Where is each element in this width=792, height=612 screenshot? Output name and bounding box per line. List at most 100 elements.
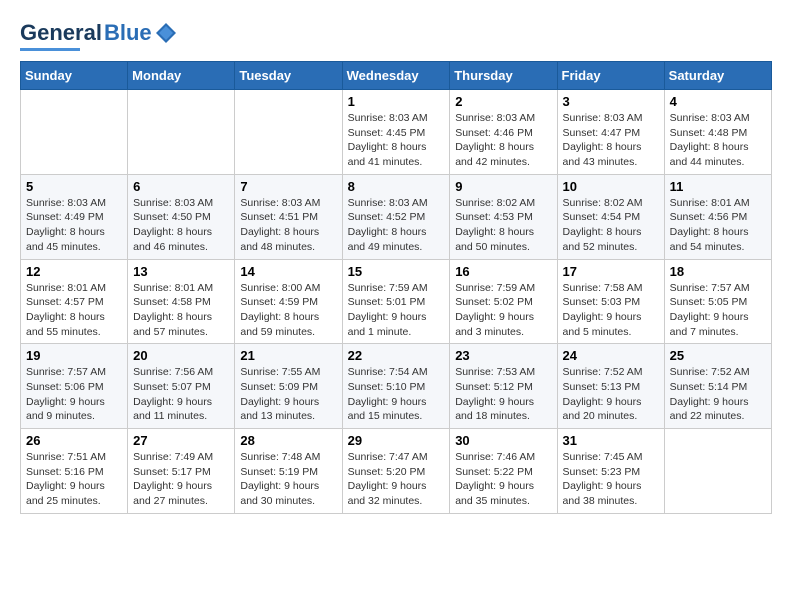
day-info: Sunrise: 8:02 AMSunset: 4:54 PMDaylight:… — [563, 196, 659, 255]
day-cell: 11Sunrise: 8:01 AMSunset: 4:56 PMDayligh… — [664, 174, 771, 259]
day-info: Sunrise: 7:56 AMSunset: 5:07 PMDaylight:… — [133, 365, 229, 424]
day-cell — [664, 429, 771, 514]
day-cell: 14Sunrise: 8:00 AMSunset: 4:59 PMDayligh… — [235, 259, 342, 344]
day-number: 25 — [670, 348, 766, 363]
logo-blue: Blue — [104, 20, 152, 46]
day-info: Sunrise: 7:51 AMSunset: 5:16 PMDaylight:… — [26, 450, 122, 509]
day-cell: 12Sunrise: 8:01 AMSunset: 4:57 PMDayligh… — [21, 259, 128, 344]
day-number: 11 — [670, 179, 766, 194]
day-number: 22 — [348, 348, 445, 363]
day-cell: 2 Sunrise: 8:03 AMSunset: 4:46 PMDaylight… — [450, 90, 557, 175]
day-cell: 3 Sunrise: 8:03 AMSunset: 4:47 PMDaylight… — [557, 90, 664, 175]
day-number: 29 — [348, 433, 445, 448]
day-info: Sunrise: 8:03 AMSunset: 4:49 PMDaylight:… — [26, 196, 122, 255]
day-cell: 15 Sunrise: 7:59 AMSunset: 5:01 PMDayligh… — [342, 259, 450, 344]
day-cell: 24 Sunrise: 7:52 AMSunset: 5:13 PMDayligh… — [557, 344, 664, 429]
day-cell: 31 Sunrise: 7:45 AMSunset: 5:23 PMDayligh… — [557, 429, 664, 514]
day-info: Sunrise: 8:03 AMSunset: 4:45 PMDaylight:… — [348, 111, 445, 170]
day-info: Sunrise: 7:53 AMSunset: 5:12 PMDaylight:… — [455, 365, 551, 424]
logo-icon — [154, 21, 178, 45]
day-number: 23 — [455, 348, 551, 363]
day-cell: 20 Sunrise: 7:56 AMSunset: 5:07 PMDayligh… — [128, 344, 235, 429]
day-number: 20 — [133, 348, 229, 363]
day-number: 21 — [240, 348, 336, 363]
day-number: 8 — [348, 179, 445, 194]
day-info: Sunrise: 8:03 AMSunset: 4:52 PMDaylight:… — [348, 196, 445, 255]
day-number: 7 — [240, 179, 336, 194]
day-number: 19 — [26, 348, 122, 363]
day-cell: 4 Sunrise: 8:03 AMSunset: 4:48 PMDaylight… — [664, 90, 771, 175]
day-number: 4 — [670, 94, 766, 109]
week-row-2: 5Sunrise: 8:03 AMSunset: 4:49 PMDaylight… — [21, 174, 772, 259]
day-number: 13 — [133, 264, 229, 279]
day-cell: 18 Sunrise: 7:57 AMSunset: 5:05 PMDayligh… — [664, 259, 771, 344]
header-thursday: Thursday — [450, 62, 557, 90]
day-cell: 28Sunrise: 7:48 AMSunset: 5:19 PMDayligh… — [235, 429, 342, 514]
page-header: General Blue — [20, 20, 772, 51]
day-info: Sunrise: 8:03 AMSunset: 4:47 PMDaylight:… — [563, 111, 659, 170]
day-cell: 13 Sunrise: 8:01 AMSunset: 4:58 PMDayligh… — [128, 259, 235, 344]
header-row: SundayMondayTuesdayWednesdayThursdayFrid… — [21, 62, 772, 90]
day-cell — [235, 90, 342, 175]
day-info: Sunrise: 8:02 AMSunset: 4:53 PMDaylight:… — [455, 196, 551, 255]
week-row-5: 26Sunrise: 7:51 AMSunset: 5:16 PMDayligh… — [21, 429, 772, 514]
day-info: Sunrise: 7:59 AMSunset: 5:01 PMDaylight:… — [348, 281, 445, 340]
header-friday: Friday — [557, 62, 664, 90]
day-number: 2 — [455, 94, 551, 109]
week-row-1: 1Sunrise: 8:03 AMSunset: 4:45 PMDaylight… — [21, 90, 772, 175]
day-info: Sunrise: 8:03 AMSunset: 4:46 PMDaylight:… — [455, 111, 551, 170]
day-cell: 7 Sunrise: 8:03 AMSunset: 4:51 PMDaylight… — [235, 174, 342, 259]
day-info: Sunrise: 8:01 AMSunset: 4:57 PMDaylight:… — [26, 281, 122, 340]
day-info: Sunrise: 7:59 AMSunset: 5:02 PMDaylight:… — [455, 281, 551, 340]
day-number: 28 — [240, 433, 336, 448]
day-number: 17 — [563, 264, 659, 279]
day-cell: 23 Sunrise: 7:53 AMSunset: 5:12 PMDayligh… — [450, 344, 557, 429]
day-info: Sunrise: 7:52 AMSunset: 5:14 PMDaylight:… — [670, 365, 766, 424]
day-cell: 26Sunrise: 7:51 AMSunset: 5:16 PMDayligh… — [21, 429, 128, 514]
header-saturday: Saturday — [664, 62, 771, 90]
day-cell: 9 Sunrise: 8:02 AMSunset: 4:53 PMDaylight… — [450, 174, 557, 259]
calendar-table: SundayMondayTuesdayWednesdayThursdayFrid… — [20, 61, 772, 514]
day-number: 24 — [563, 348, 659, 363]
day-cell: 30 Sunrise: 7:46 AMSunset: 5:22 PMDayligh… — [450, 429, 557, 514]
day-info: Sunrise: 7:45 AMSunset: 5:23 PMDaylight:… — [563, 450, 659, 509]
day-number: 31 — [563, 433, 659, 448]
day-number: 30 — [455, 433, 551, 448]
calendar-body: 1Sunrise: 8:03 AMSunset: 4:45 PMDaylight… — [21, 90, 772, 514]
day-number: 15 — [348, 264, 445, 279]
day-info: Sunrise: 8:01 AMSunset: 4:58 PMDaylight:… — [133, 281, 229, 340]
day-info: Sunrise: 8:03 AMSunset: 4:51 PMDaylight:… — [240, 196, 336, 255]
day-info: Sunrise: 7:55 AMSunset: 5:09 PMDaylight:… — [240, 365, 336, 424]
day-cell — [21, 90, 128, 175]
day-cell: 25 Sunrise: 7:52 AMSunset: 5:14 PMDayligh… — [664, 344, 771, 429]
day-cell: 6Sunrise: 8:03 AMSunset: 4:50 PMDaylight… — [128, 174, 235, 259]
day-cell: 22 Sunrise: 7:54 AMSunset: 5:10 PMDayligh… — [342, 344, 450, 429]
day-number: 9 — [455, 179, 551, 194]
day-info: Sunrise: 7:47 AMSunset: 5:20 PMDaylight:… — [348, 450, 445, 509]
day-cell — [128, 90, 235, 175]
day-info: Sunrise: 7:46 AMSunset: 5:22 PMDaylight:… — [455, 450, 551, 509]
day-number: 27 — [133, 433, 229, 448]
day-info: Sunrise: 7:52 AMSunset: 5:13 PMDaylight:… — [563, 365, 659, 424]
day-number: 10 — [563, 179, 659, 194]
header-sunday: Sunday — [21, 62, 128, 90]
day-info: Sunrise: 7:57 AMSunset: 5:06 PMDaylight:… — [26, 365, 122, 424]
day-info: Sunrise: 7:54 AMSunset: 5:10 PMDaylight:… — [348, 365, 445, 424]
calendar-header: SundayMondayTuesdayWednesdayThursdayFrid… — [21, 62, 772, 90]
logo: General Blue — [20, 20, 178, 51]
day-cell: 29 Sunrise: 7:47 AMSunset: 5:20 PMDayligh… — [342, 429, 450, 514]
day-number: 14 — [240, 264, 336, 279]
day-info: Sunrise: 8:03 AMSunset: 4:50 PMDaylight:… — [133, 196, 229, 255]
day-info: Sunrise: 7:57 AMSunset: 5:05 PMDaylight:… — [670, 281, 766, 340]
logo-underline — [20, 48, 80, 51]
day-cell: 16Sunrise: 7:59 AMSunset: 5:02 PMDayligh… — [450, 259, 557, 344]
day-cell: 1Sunrise: 8:03 AMSunset: 4:45 PMDaylight… — [342, 90, 450, 175]
day-info: Sunrise: 7:58 AMSunset: 5:03 PMDaylight:… — [563, 281, 659, 340]
day-number: 18 — [670, 264, 766, 279]
day-number: 3 — [563, 94, 659, 109]
day-cell: 17 Sunrise: 7:58 AMSunset: 5:03 PMDayligh… — [557, 259, 664, 344]
day-info: Sunrise: 8:03 AMSunset: 4:48 PMDaylight:… — [670, 111, 766, 170]
header-monday: Monday — [128, 62, 235, 90]
day-cell: 21 Sunrise: 7:55 AMSunset: 5:09 PMDayligh… — [235, 344, 342, 429]
day-cell: 5Sunrise: 8:03 AMSunset: 4:49 PMDaylight… — [21, 174, 128, 259]
